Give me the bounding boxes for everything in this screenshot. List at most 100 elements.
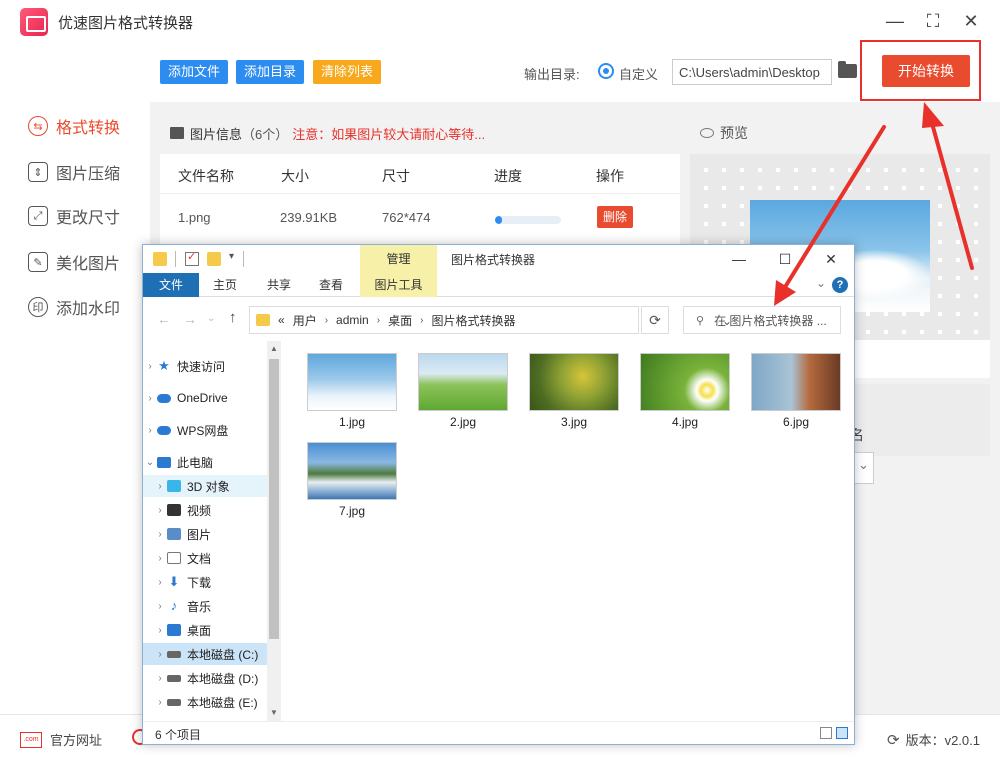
chevron-right-icon[interactable]: › (143, 361, 157, 372)
folder-icon (256, 314, 270, 326)
minimize-icon[interactable]: — (716, 245, 762, 273)
close-icon[interactable]: ✕ (958, 8, 984, 34)
search-placeholder: 在 图片格式转换器 ... (714, 313, 827, 328)
tab-view[interactable]: 查看 (309, 273, 353, 297)
breadcrumb-item[interactable]: 图片格式转换器 (431, 312, 515, 329)
sidebar-item-format-convert[interactable]: ⇆ 格式转换 (28, 111, 120, 141)
sidebar-item-resize[interactable]: ⤢ 更改尺寸 (28, 201, 120, 231)
delete-button[interactable]: 删除 (597, 206, 634, 228)
tree-item-label: 3D 对象 (187, 479, 230, 494)
file-item[interactable]: 3.jpg (521, 341, 621, 429)
close-icon[interactable]: ✕ (808, 245, 854, 273)
table-row: 1.png 239.91KB 762*474 删除 (160, 196, 680, 240)
nav-scrollbar[interactable]: ▲ ▼ (267, 341, 281, 721)
file-item[interactable]: 2.jpg (410, 341, 510, 429)
tree-item-desktop[interactable]: › 桌面 (143, 619, 267, 641)
version-label: 版本：v2.0.1 (905, 733, 980, 748)
recent-dropdown-icon[interactable]: ⌄ (207, 313, 215, 324)
output-path-field[interactable]: C:\Users\admin\Desktop (672, 59, 832, 85)
sidebar-item-watermark[interactable]: 印 添加水印 (28, 292, 120, 322)
up-icon[interactable]: ↑ (229, 309, 237, 326)
details-view-icon[interactable] (820, 727, 832, 739)
file-name: 6.jpg (782, 415, 810, 429)
breadcrumb-overflow[interactable]: « (278, 313, 285, 327)
search-input[interactable]: ⚲ 在 图片格式转换器 ... (683, 306, 841, 334)
explorer-window-controls: — ☐ ✕ (716, 245, 854, 273)
file-item[interactable]: 6.jpg (743, 341, 843, 429)
breadcrumb-item[interactable]: admin (336, 313, 369, 327)
clear-list-button[interactable]: 清除列表 (313, 60, 382, 84)
new-folder-icon[interactable] (207, 252, 221, 266)
file-item[interactable]: 4.jpg (632, 341, 732, 429)
tree-item-downloads[interactable]: › ⬇ 下载 (143, 571, 267, 593)
refresh-icon[interactable]: ⟳ (641, 306, 669, 334)
onedrive-icon (157, 393, 171, 403)
scroll-up-icon[interactable]: ▲ (267, 341, 281, 357)
tree-item-videos[interactable]: › 视频 (143, 499, 267, 521)
breadcrumb-item[interactable]: 用户 (293, 312, 317, 329)
chevron-right-icon[interactable]: › (153, 673, 167, 684)
navigation-pane: › ★ 快速访问 › OneDrive › WPS网盘 ⌄ 此电脑 › 3D 对… (143, 341, 281, 721)
custom-output-radio[interactable] (598, 63, 614, 79)
large-icons-view-icon[interactable] (836, 727, 848, 739)
file-item[interactable]: 1.jpg (299, 341, 399, 429)
file-count: （6个） (242, 126, 289, 142)
tree-item-drive-c[interactable]: › 本地磁盘 (C:) (143, 643, 267, 665)
sidebar-item-beautify[interactable]: ✎ 美化图片 (28, 247, 120, 277)
chevron-right-icon[interactable]: › (143, 393, 157, 404)
browse-folder-icon[interactable] (838, 61, 857, 78)
version-info[interactable]: ⟳ 版本：v2.0.1 (887, 730, 980, 749)
scrollbar-thumb[interactable] (269, 359, 279, 639)
app-titlebar: 优速图片格式转换器 — ⛶ ✕ (0, 0, 1000, 44)
format-convert-icon: ⇆ (28, 116, 48, 136)
properties-icon[interactable] (185, 250, 199, 266)
add-file-button[interactable]: 添加文件 (160, 60, 229, 84)
address-bar[interactable]: « 用户 › admin › 桌面 › 图片格式转换器 ⌄ (249, 306, 732, 334)
tab-home[interactable]: 主页 (203, 273, 247, 297)
chevron-down-icon[interactable]: ⌄ (143, 457, 157, 468)
chevron-down-icon[interactable]: ⌄ (816, 276, 826, 290)
tree-item-quick-access[interactable]: › ★ 快速访问 (143, 355, 267, 377)
search-icon: ⚲ (696, 314, 705, 327)
sidebar-item-compress[interactable]: ⇕ 图片压缩 (28, 157, 120, 187)
maximize-icon[interactable]: ⛶ (920, 8, 946, 34)
maximize-icon[interactable]: ☐ (762, 245, 808, 273)
tree-item-documents[interactable]: › 文档 (143, 547, 267, 569)
tree-item-pictures[interactable]: › 图片 (143, 523, 267, 545)
tree-item-onedrive[interactable]: › OneDrive (143, 387, 267, 409)
tree-item-drive-d[interactable]: › 本地磁盘 (D:) (143, 667, 267, 689)
chevron-right-icon[interactable]: › (153, 601, 167, 612)
chevron-right-icon[interactable]: › (153, 505, 167, 516)
tree-item-this-pc[interactable]: ⌄ 此电脑 (143, 451, 267, 473)
file-explorer-window: ▾ 管理 图片格式转换器 — ☐ ✕ 文件 主页 共享 查看 图片工具 ⌄ ? … (142, 244, 855, 745)
start-convert-button[interactable]: 开始转换 (882, 55, 970, 87)
quick-access-dropdown-icon[interactable]: ▾ (229, 251, 234, 262)
chevron-right-icon[interactable]: › (153, 649, 167, 660)
tree-item-3d-objects[interactable]: › 3D 对象 (143, 475, 267, 497)
tree-item-drive-e[interactable]: › 本地磁盘 (E:) (143, 691, 267, 713)
back-icon[interactable]: ← (157, 311, 171, 327)
tab-picture-tools[interactable]: 图片工具 (360, 273, 437, 297)
tree-item-music[interactable]: › ♪ 音乐 (143, 595, 267, 617)
chevron-right-icon[interactable]: › (153, 697, 167, 708)
chevron-right-icon[interactable]: › (153, 553, 167, 564)
tree-item-wps-cloud[interactable]: › WPS网盘 (143, 419, 267, 441)
breadcrumb-item[interactable]: 桌面 (388, 312, 412, 329)
chevron-right-icon[interactable]: › (153, 577, 167, 588)
chevron-right-icon[interactable]: › (153, 481, 167, 492)
tree-item-label: WPS网盘 (177, 423, 229, 438)
file-item[interactable]: 7.jpg (299, 430, 399, 518)
scroll-down-icon[interactable]: ▼ (267, 705, 281, 721)
help-icon[interactable]: ? (832, 277, 848, 293)
chevron-right-icon[interactable]: › (153, 529, 167, 540)
official-site-link[interactable]: .com 官方网址 (20, 730, 102, 749)
minimize-icon[interactable]: — (882, 8, 908, 34)
tab-manage[interactable]: 管理 (360, 245, 437, 273)
file-name: 1.jpg (338, 415, 366, 429)
chevron-right-icon[interactable]: › (143, 425, 157, 436)
chevron-right-icon[interactable]: › (153, 625, 167, 636)
image-thumbnail (307, 442, 397, 500)
add-folder-button[interactable]: 添加目录 (236, 60, 305, 84)
forward-icon[interactable]: → (183, 311, 197, 327)
tab-share[interactable]: 共享 (257, 273, 301, 297)
